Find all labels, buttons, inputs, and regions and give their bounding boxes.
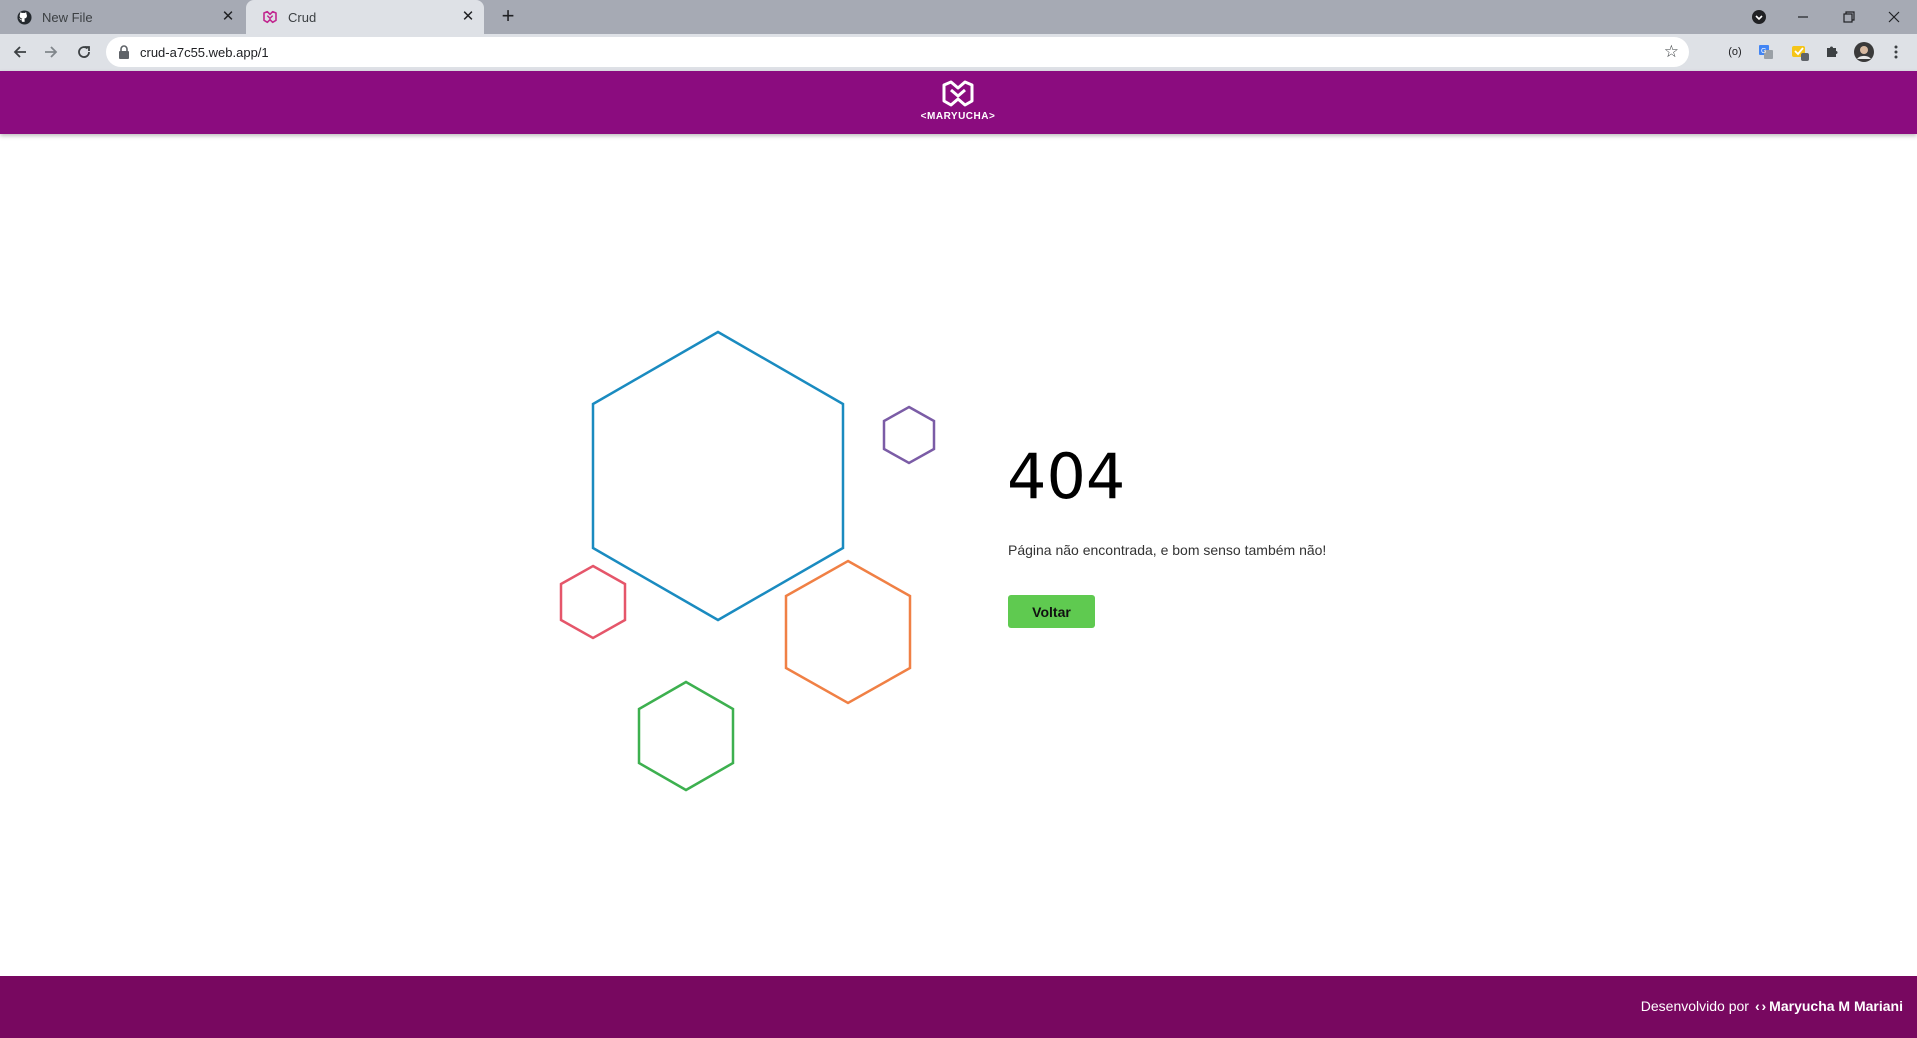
error-message: Página não encontrada, e bom senso també… bbox=[1008, 542, 1327, 558]
tab-title: Crud bbox=[288, 10, 317, 25]
new-tab-icon[interactable]: + bbox=[496, 5, 520, 29]
maryucha-icon bbox=[262, 9, 278, 25]
tab-crud[interactable]: Crud ✕ bbox=[246, 0, 484, 34]
blue-hexagon bbox=[591, 330, 845, 622]
restore-icon[interactable] bbox=[1826, 0, 1872, 34]
browser-toolbar: crud-a7c55.web.app/1 ☆ (o) G bbox=[0, 34, 1917, 71]
puzzle-extensions-icon[interactable] bbox=[1822, 42, 1842, 62]
orange-hexagon bbox=[784, 559, 912, 705]
brand-name: <MARYUCHA> bbox=[920, 111, 996, 122]
close-icon[interactable]: ✕ bbox=[460, 9, 476, 25]
tab-new-file[interactable]: New File ✕ bbox=[0, 0, 244, 34]
kebab-menu-icon[interactable] bbox=[1886, 42, 1906, 62]
url-text: crud-a7c55.web.app/1 bbox=[140, 45, 269, 60]
forward-arrow-icon[interactable] bbox=[39, 40, 63, 64]
bookmark-star-icon[interactable]: ☆ bbox=[1664, 42, 1679, 62]
tab-strip: New File ✕ Crud ✕ + bbox=[0, 0, 1917, 34]
hexagon-illustration bbox=[559, 330, 936, 792]
svg-text:G: G bbox=[1761, 48, 1766, 55]
developer-credit: Desenvolvido por ‹ › Maryucha M Mariani bbox=[1641, 998, 1903, 1014]
avatar[interactable] bbox=[1854, 42, 1874, 62]
code-icon: ‹ › bbox=[1754, 998, 1766, 1014]
author-link[interactable]: Maryucha M Mariani bbox=[1769, 998, 1903, 1014]
brand-logo[interactable]: <MARYUCHA> bbox=[918, 79, 998, 125]
extension-bracket-icon[interactable]: (o) bbox=[1725, 42, 1745, 62]
translate-icon[interactable]: G bbox=[1756, 42, 1776, 62]
lock-icon bbox=[118, 45, 132, 59]
address-bar[interactable]: crud-a7c55.web.app/1 ☆ bbox=[106, 37, 1689, 67]
red-hexagon bbox=[559, 564, 627, 640]
reload-icon[interactable] bbox=[72, 40, 96, 64]
extension-check-icon[interactable] bbox=[1790, 42, 1810, 62]
green-hexagon bbox=[637, 680, 735, 792]
window-close-icon[interactable] bbox=[1871, 0, 1917, 34]
minimize-icon[interactable] bbox=[1780, 0, 1826, 34]
close-icon[interactable]: ✕ bbox=[220, 9, 236, 25]
site-header: <MARYUCHA> bbox=[0, 71, 1917, 134]
maryucha-logo-icon bbox=[942, 80, 974, 107]
tab-title: New File bbox=[42, 10, 93, 25]
tab-search-icon[interactable] bbox=[1736, 0, 1782, 34]
error-code: 404 bbox=[1007, 440, 1126, 513]
site-footer: Desenvolvido por ‹ › Maryucha M Mariani bbox=[0, 976, 1917, 1038]
back-button[interactable]: Voltar bbox=[1008, 595, 1095, 628]
back-arrow-icon[interactable] bbox=[8, 40, 32, 64]
github-icon bbox=[16, 9, 32, 25]
credit-prefix: Desenvolvido por bbox=[1640, 998, 1749, 1014]
purple-hexagon bbox=[882, 405, 936, 465]
